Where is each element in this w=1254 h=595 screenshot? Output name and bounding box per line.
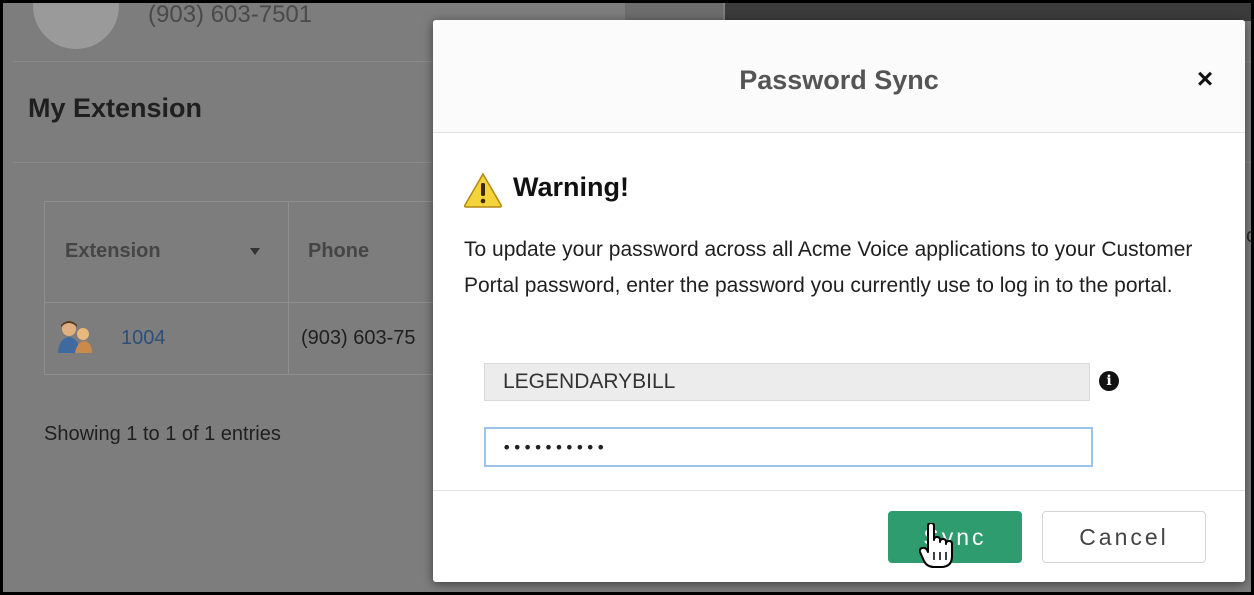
warning-title: Warning!	[513, 172, 629, 202]
user-icon	[58, 321, 92, 353]
hand-cursor-icon	[919, 523, 953, 568]
sync-button[interactable]: Sync	[888, 511, 1022, 563]
avatar	[33, 3, 119, 49]
warning-icon	[463, 172, 503, 208]
close-icon[interactable]: ×	[1190, 64, 1220, 94]
cancel-button[interactable]: Cancel	[1042, 511, 1206, 563]
sort-caret-icon[interactable]	[250, 248, 260, 255]
column-header-phone[interactable]: Phone	[308, 240, 369, 263]
tab-block	[625, 3, 723, 21]
modal-title: Password Sync	[739, 65, 939, 95]
warning-message: To update your password across all Acme …	[464, 238, 1193, 297]
entries-info: Showing 1 to 1 of 1 entries	[44, 423, 281, 445]
header-bar	[725, 3, 1251, 21]
card-title: My Extension	[28, 93, 203, 123]
modal-header: Password Sync ×	[433, 20, 1245, 133]
password-field[interactable]	[484, 427, 1093, 467]
info-icon[interactable]: i	[1099, 371, 1119, 391]
profile-phone: (903) 603-7501	[148, 3, 313, 28]
column-header-extension[interactable]: Extension	[65, 240, 161, 263]
password-sync-modal: Password Sync × Warning! To update your …	[433, 20, 1245, 582]
extension-link[interactable]: 1004	[121, 327, 166, 350]
phone-cell: (903) 603-75	[301, 327, 416, 349]
username-field: LEGENDARYBILL	[484, 363, 1090, 401]
modal-footer: Sync Cancel	[433, 490, 1245, 582]
clipped-text: c	[1246, 225, 1251, 247]
